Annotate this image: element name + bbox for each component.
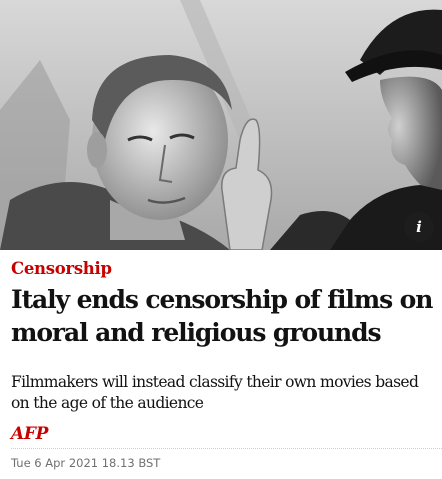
section-kicker[interactable]: Censorship: [11, 259, 112, 278]
article-hero-image[interactable]: i: [0, 0, 442, 250]
hero-photo: [0, 0, 442, 250]
article-standfirst: Filmmakers will instead classify their o…: [11, 373, 419, 412]
article-dateline: Tue 6 Apr 2021 18.13 BST: [11, 456, 161, 470]
article-byline[interactable]: AFP: [11, 424, 48, 444]
image-info-icon[interactable]: i: [404, 212, 434, 242]
meta-divider: [11, 448, 442, 449]
article-headline[interactable]: Italy ends censorship of films on moral …: [11, 283, 439, 349]
